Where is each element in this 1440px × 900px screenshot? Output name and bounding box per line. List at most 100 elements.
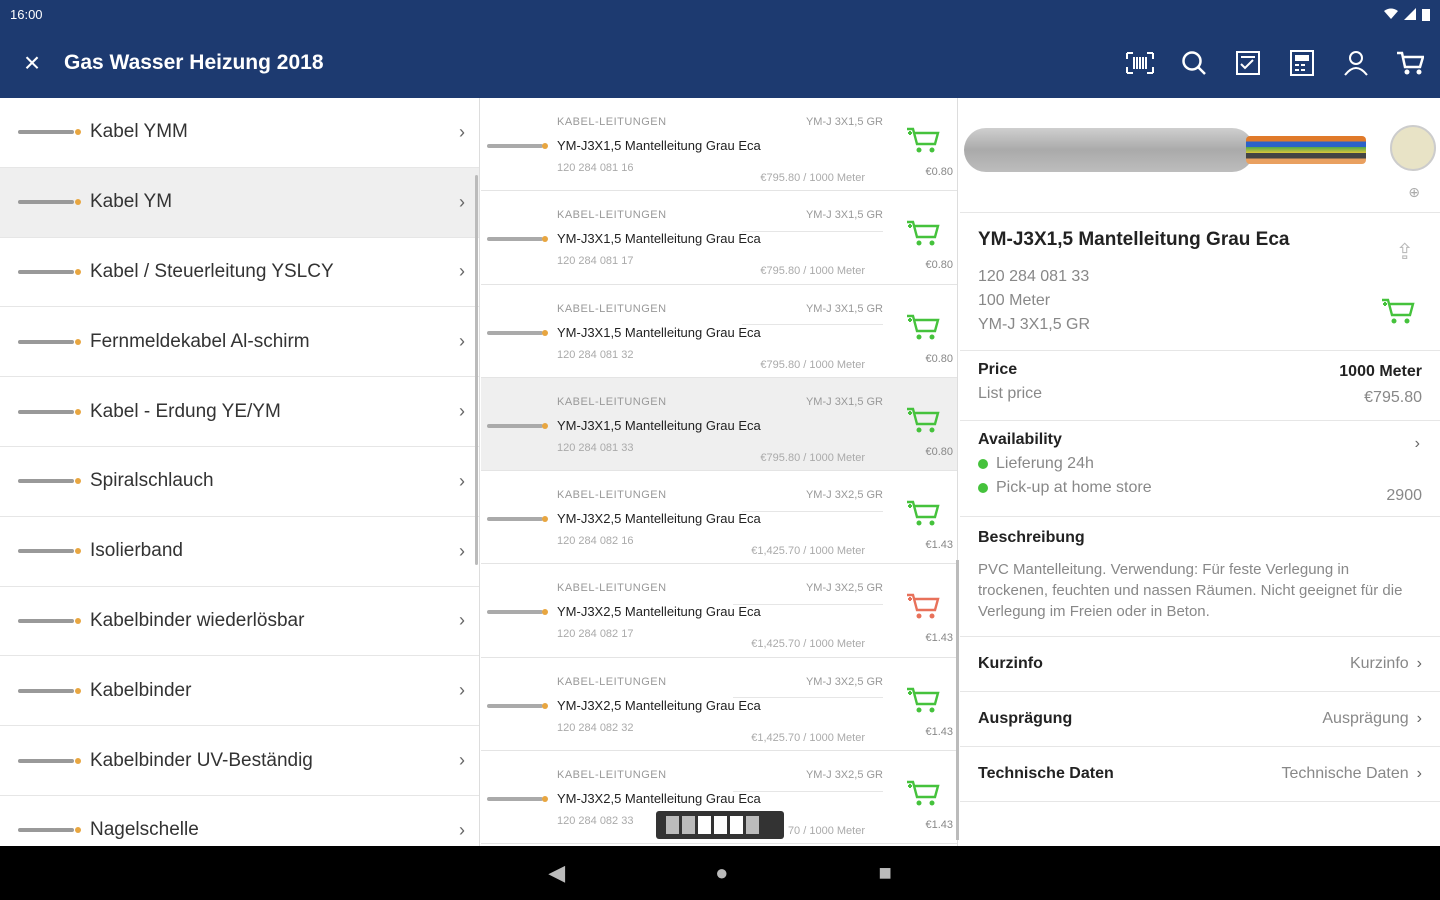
category-item[interactable]: Nagelschelle › — [0, 796, 479, 846]
category-thumbnail-icon — [18, 736, 82, 786]
page-dot-active — [714, 816, 727, 834]
category-item[interactable]: Kabelbinder › — [0, 656, 479, 727]
status-icons — [1384, 8, 1430, 21]
product-item[interactable]: KABEL-LEITUNGEN YM-J 3X1,5 GR YM-J3X1,5 Ma… — [481, 285, 957, 419]
category-label: Kabel / Steuerleitung YSLCY — [90, 260, 334, 282]
system-nav-bar: ◀ ● ■ — [0, 846, 1440, 900]
category-scrollbar[interactable] — [475, 175, 478, 565]
home-icon[interactable]: ● — [715, 860, 728, 886]
category-thumbnail-icon — [18, 666, 82, 716]
add-to-cart-icon[interactable] — [905, 497, 941, 527]
detail-link-value: Ausprägung — [1322, 710, 1409, 727]
add-to-cart-icon[interactable] — [1380, 295, 1416, 325]
back-icon[interactable]: ◀ — [548, 860, 565, 886]
chevron-right-icon: › — [459, 121, 465, 142]
share-icon[interactable]: ⇪ — [1396, 239, 1414, 265]
category-thumbnail-icon — [18, 177, 82, 227]
recents-icon[interactable]: ■ — [878, 860, 891, 886]
category-item[interactable]: Kabel YMM › — [0, 98, 479, 168]
product-item[interactable]: KABEL-LEITUNGEN YM-J 3X2,5 GR YM-J3X2,5 Ma… — [481, 564, 957, 699]
calculator-button[interactable] — [1286, 47, 1318, 79]
chevron-right-icon: › — [459, 540, 465, 561]
detail-title: YM-J3X1,5 Mantelleitung Grau Eca — [978, 229, 1290, 250]
add-to-cart-icon[interactable] — [905, 217, 941, 247]
category-item[interactable]: Fernmeldekabel Al-schirm › — [0, 307, 479, 378]
product-item[interactable]: KABEL-LEITUNGEN YM-J 3X2,5 GR YM-J3X2,5 Ma… — [481, 658, 957, 792]
pickup-qty: 2900 — [1386, 487, 1422, 504]
page-dot — [746, 816, 759, 834]
product-number: 120 284 082 33 — [557, 815, 634, 828]
cable-thumbnail[interactable] — [1390, 125, 1436, 171]
status-dot-icon — [978, 459, 988, 469]
category-thumbnail-icon — [18, 317, 82, 367]
detail-link-label: Kurzinfo — [978, 655, 1043, 672]
search-button[interactable] — [1178, 47, 1210, 79]
product-category: KABEL-LEITUNGEN — [557, 209, 667, 222]
category-item[interactable]: Kabelbinder UV-Beständig › — [0, 726, 479, 796]
category-label: Spiralschlauch — [90, 470, 214, 492]
page-title: Gas Wasser Heizung 2018 — [64, 51, 324, 74]
user-icon — [1344, 51, 1368, 76]
wifi-icon — [1384, 8, 1398, 19]
add-to-cart-icon[interactable] — [905, 311, 941, 341]
category-thumbnail-icon — [18, 596, 82, 646]
product-item[interactable]: KABEL-LEITUNGEN YM-J 3X1,5 GR YM-J3X1,5 Ma… — [481, 191, 957, 326]
product-item[interactable]: KABEL-LEITUNGEN YM-J 3X2,5 GR YM-J3X2,5 Ma… — [481, 471, 957, 606]
cable-image — [964, 128, 1254, 172]
cart-icon — [1397, 51, 1424, 75]
product-number: 120 284 082 17 — [557, 628, 634, 641]
product-item[interactable]: KABEL-LEITUNGEN YM-J 3X1,5 GR YM-J3X1,5 Ma… — [481, 377, 957, 512]
chevron-right-icon: › — [1414, 435, 1420, 452]
add-to-cart-icon[interactable] — [905, 777, 941, 807]
product-code: YM-J 3X1,5 GR — [805, 209, 883, 222]
category-item[interactable]: Kabel YM › — [0, 167, 479, 238]
detail-link-row[interactable]: Kurzinfo Kurzinfo › — [960, 637, 1440, 692]
chevron-right-icon: › — [459, 191, 465, 212]
category-item[interactable]: Spiralschlauch › — [0, 447, 479, 517]
product-number: 120 284 082 16 — [557, 535, 634, 548]
availability-section[interactable]: Availability › Lieferung 24h Pick-up at … — [960, 421, 1440, 517]
product-number: 120 284 081 32 — [557, 348, 634, 361]
chevron-right-icon: › — [1416, 710, 1422, 727]
category-item[interactable]: Kabelbinder wiederlösbar › — [0, 587, 479, 657]
product-price: 70 / 1000 Meter — [770, 815, 883, 846]
product-name: YM-J3X1,5 Mantelleitung Grau Eca — [557, 231, 761, 247]
cable-thumbnail-icon — [487, 329, 548, 336]
cable-thumbnail-icon — [487, 796, 548, 803]
product-scrollbar[interactable] — [956, 560, 959, 840]
cable-thumbnail-icon — [487, 702, 548, 709]
checklist-button[interactable] — [1232, 47, 1264, 79]
detail-link-row[interactable]: Technische Daten Technische Daten › — [960, 747, 1440, 802]
add-to-cart-icon[interactable] — [905, 404, 941, 434]
category-thumbnail-icon — [18, 456, 82, 506]
product-name: YM-J3X1,5 Mantelleitung Grau Eca — [557, 138, 761, 153]
product-item[interactable]: KABEL-LEITUNGEN YM-J 3X1,5 GR YM-J3X1,5 Ma… — [481, 98, 957, 232]
product-category: KABEL-LEITUNGEN — [557, 582, 667, 595]
category-thumbnail-icon — [18, 805, 82, 846]
barcode-scan-button[interactable] — [1124, 47, 1156, 79]
detail-link-row[interactable]: Ausprägung Ausprägung › — [960, 692, 1440, 747]
detail-link-value: Technische Daten — [1281, 765, 1409, 782]
zoom-icon[interactable]: ⊕ — [1408, 184, 1420, 201]
detail-header: YM-J3X1,5 Mantelleitung Grau Eca 120 284… — [960, 213, 1440, 351]
category-item[interactable]: Kabel - Erdung YE/YM › — [0, 377, 479, 447]
status-time: 16:00 — [10, 6, 43, 22]
add-to-cart-icon[interactable] — [905, 590, 941, 620]
page-dot — [682, 816, 695, 834]
category-item[interactable]: Kabel / Steuerleitung YSLCY › — [0, 238, 479, 308]
checklist-icon — [1236, 51, 1260, 75]
category-item[interactable]: Isolierband › — [0, 517, 479, 587]
cable-thumbnail-icon — [487, 516, 548, 523]
chevron-right-icon: › — [459, 261, 465, 282]
category-label: Kabelbinder UV-Beständig — [90, 749, 313, 771]
cable-thumbnail-icon — [487, 422, 548, 429]
user-button[interactable] — [1340, 47, 1372, 79]
add-to-cart-icon[interactable] — [905, 684, 941, 714]
chevron-right-icon: › — [459, 750, 465, 771]
add-to-cart-icon[interactable] — [905, 124, 941, 154]
close-button[interactable]: × — [0, 47, 64, 79]
status-dot-icon — [978, 483, 988, 493]
chevron-right-icon: › — [459, 331, 465, 352]
cart-button[interactable] — [1394, 47, 1426, 79]
category-thumbnail-icon — [18, 247, 82, 297]
